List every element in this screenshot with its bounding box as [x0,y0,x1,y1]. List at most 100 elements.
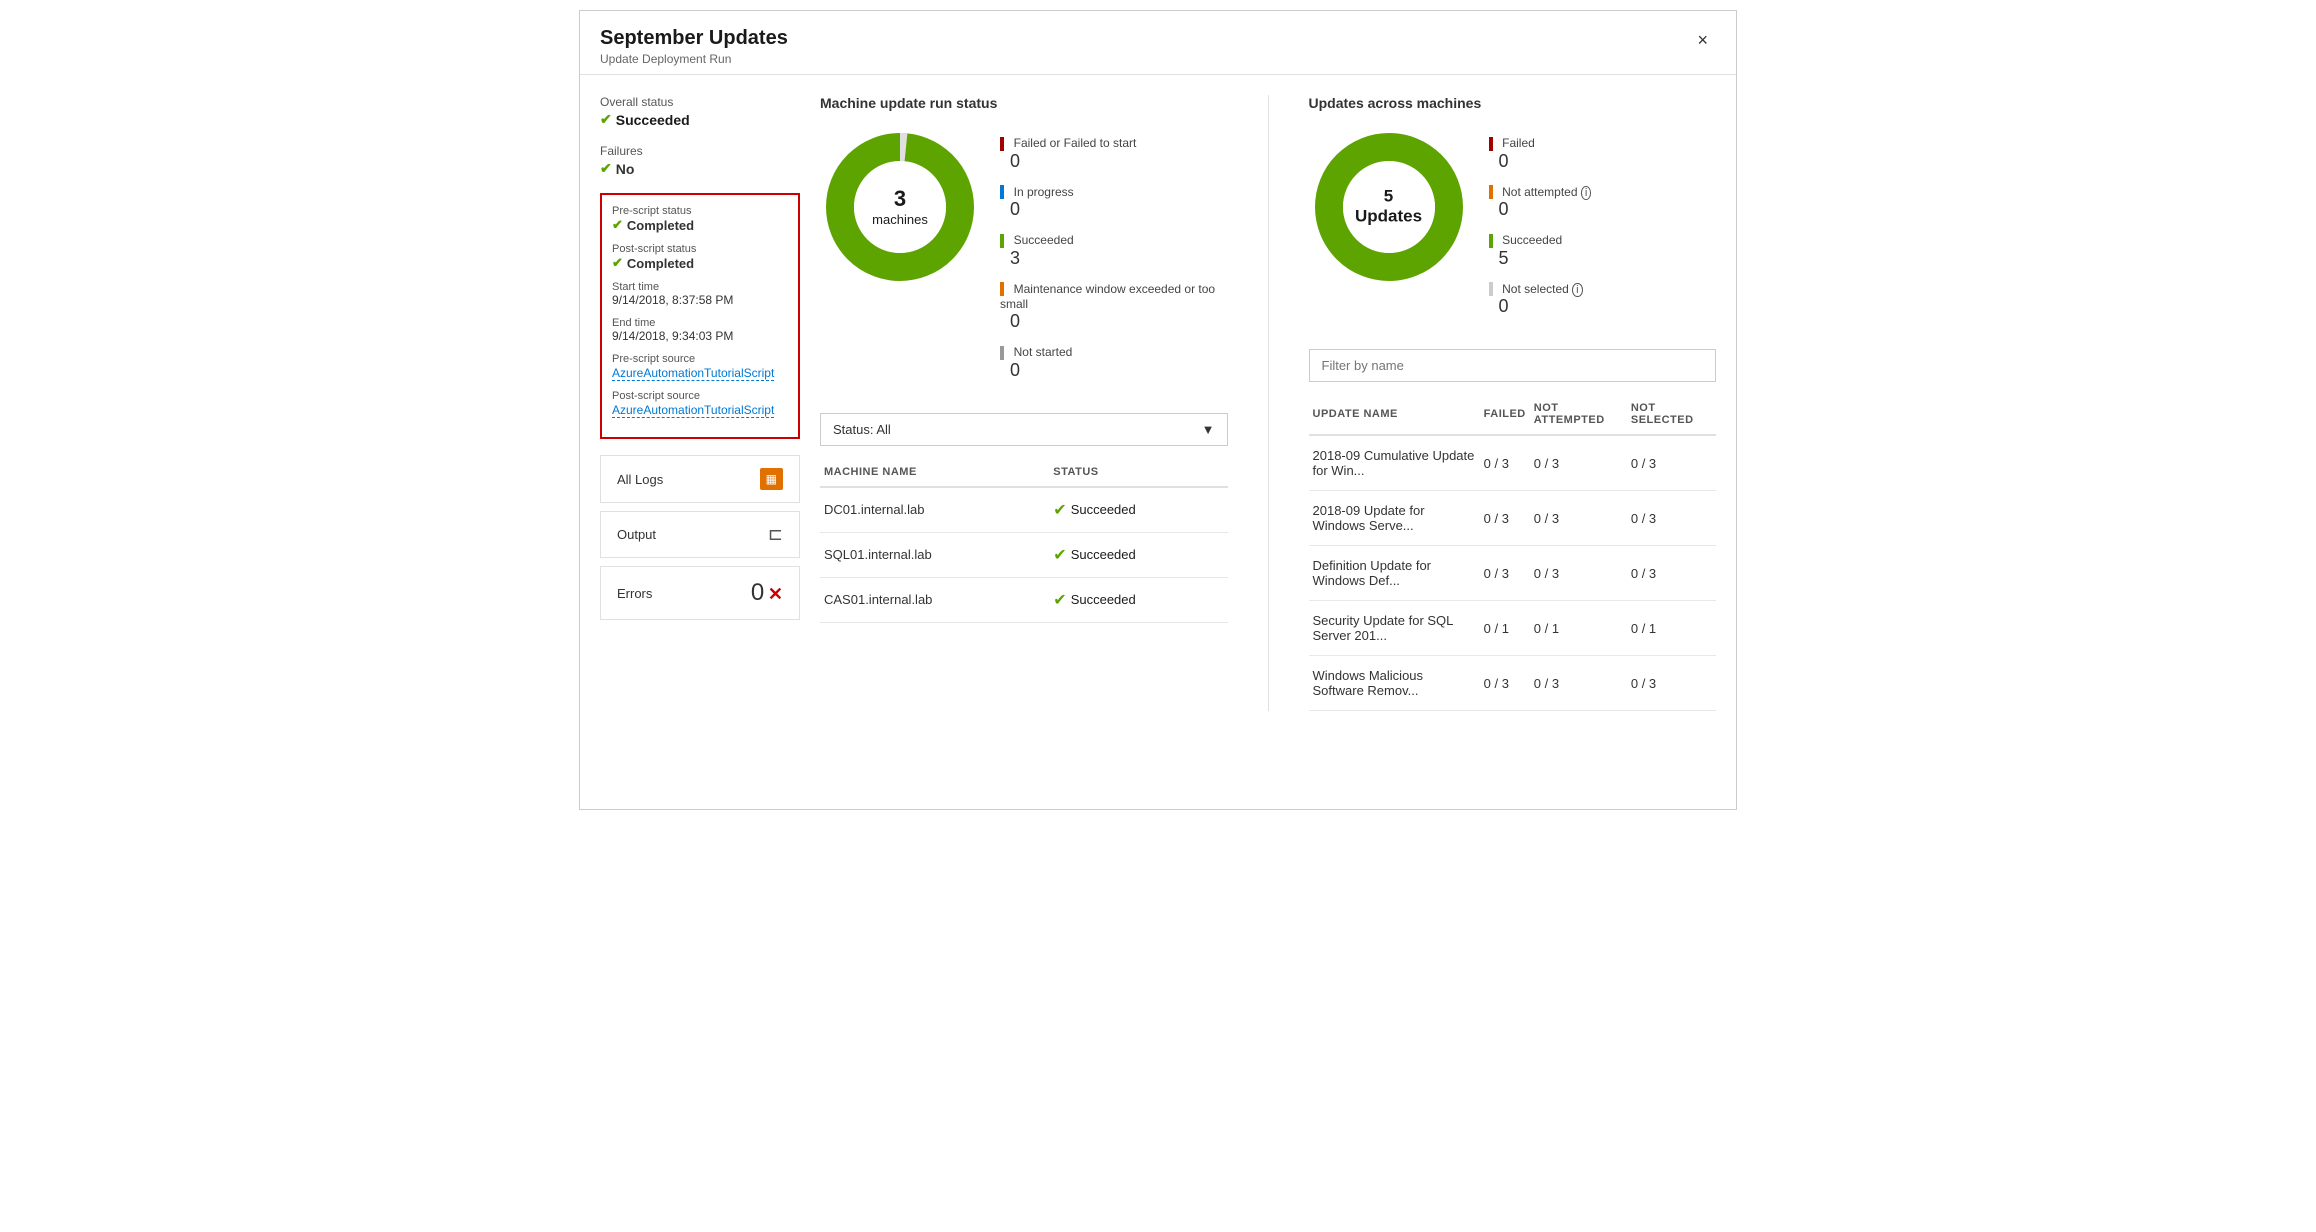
not-attempted-cell: 0 / 1 [1530,601,1627,656]
legend-value: 3 [1010,248,1228,269]
all-logs-label: All Logs [617,472,663,487]
start-time-label: Start time [612,281,788,293]
legend-value: 0 [1499,199,1717,220]
not-attempted-cell: 0 / 3 [1530,491,1627,546]
modal-body: Overall status ✔ Succeeded Failures ✔ No… [580,75,1736,731]
pre-script-source-link[interactable]: AzureAutomationTutorialScript [612,366,774,381]
modal-title: September Updates [600,27,788,50]
updates-legend-item: Succeeded 5 [1489,232,1717,269]
not-attempted-cell: 0 / 3 [1530,435,1627,491]
machine-legend-item: Not started 0 [1000,344,1228,381]
machine-legend-item: Succeeded 3 [1000,232,1228,269]
failures-section: Failures ✔ No [600,144,800,177]
check-icon: ✔ [1053,590,1066,610]
failed-cell: 0 / 3 [1480,491,1530,546]
legend-color [1489,282,1493,296]
col-status: STATUS [1049,458,1227,487]
left-panel: Overall status ✔ Succeeded Failures ✔ No… [600,95,800,711]
legend-color [1000,137,1004,151]
legend-color [1489,234,1493,248]
table-row: CAS01.internal.lab ✔ Succeeded [820,577,1228,622]
col-machine-name: MACHINE NAME [820,458,1049,487]
check-icon-failures: ✔ [600,160,612,177]
status-cell: ✔ Succeeded [1049,532,1227,577]
not-selected-cell: 0 / 1 [1627,601,1716,656]
all-logs-section: All Logs ▦ [600,455,800,503]
post-script-source-row: Post-script source AzureAutomationTutori… [612,390,788,417]
not-attempted-cell: 0 / 3 [1530,546,1627,601]
not-selected-cell: 0 / 3 [1627,656,1716,711]
legend-value: 0 [1499,151,1717,172]
machine-legend-item: Failed or Failed to start 0 [1000,135,1228,172]
legend-color [1000,282,1004,296]
status-succeeded: ✔ Succeeded [1053,545,1223,565]
status-dropdown[interactable]: Status: All ▼ [820,413,1228,446]
machine-table-body: DC01.internal.lab ✔ Succeeded SQL01.inte… [820,487,1228,623]
updates-panel: Updates across machines 5 Updates [1309,95,1717,711]
status-succeeded: ✔ Succeeded [1053,590,1223,610]
not-selected-cell: 0 / 3 [1627,435,1716,491]
check-icon-post: ✔ [612,255,623,271]
not-attempted-cell: 0 / 3 [1530,656,1627,711]
status-dropdown-row: Status: All ▼ [820,413,1228,446]
legend-value: 0 [1010,311,1228,332]
overall-status-value: ✔ Succeeded [600,111,800,128]
table-row: SQL01.internal.lab ✔ Succeeded [820,532,1228,577]
table-row: DC01.internal.lab ✔ Succeeded [820,487,1228,533]
header-text: September Updates Update Deployment Run [600,27,788,66]
table-row: Security Update for SQL Server 201... 0 … [1309,601,1717,656]
check-icon: ✔ [1053,545,1066,565]
errors-label: Errors [617,586,652,601]
close-button[interactable]: × [1689,27,1716,53]
filter-input[interactable] [1309,349,1717,382]
legend-value: 0 [1010,151,1228,172]
updates-chart-top: 5 Updates Failed 0 Not attempted i 0 Suc… [1309,127,1717,329]
table-row: 2018-09 Update for Windows Serve... 0 / … [1309,491,1717,546]
errors-count-area: 0 ✕ [751,579,783,607]
updates-legend: Failed 0 Not attempted i 0 Succeeded 5 N… [1489,127,1717,329]
legend-color [1000,346,1004,360]
post-script-status-value: ✔ Completed [612,255,788,271]
legend-value: 0 [1499,296,1717,317]
col-not-selected: NOT SELECTED [1627,394,1716,435]
not-selected-cell: 0 / 3 [1627,546,1716,601]
post-script-status-label: Post-script status [612,243,788,255]
machine-table: MACHINE NAME STATUS DC01.internal.lab ✔ … [820,458,1228,623]
col-update-name: UPDATE NAME [1309,394,1480,435]
legend-value: 0 [1010,360,1228,381]
overall-status-label: Overall status [600,95,800,109]
machine-status-panel: Machine update run status 3 machines [820,95,1228,711]
overall-status-section: Overall status ✔ Succeeded [600,95,800,128]
update-name-cell: 2018-09 Update for Windows Serve... [1309,491,1480,546]
machine-table-header: MACHINE NAME STATUS [820,458,1228,487]
table-row: Windows Malicious Software Remov... 0 / … [1309,656,1717,711]
table-row: Definition Update for Windows Def... 0 /… [1309,546,1717,601]
output-section: Output ⊏ [600,511,800,558]
status-cell: ✔ Succeeded [1049,487,1227,533]
start-time-value: 9/14/2018, 8:37:58 PM [612,293,788,307]
failures-value: ✔ No [600,160,800,177]
legend-value: 5 [1499,248,1717,269]
modal-header: September Updates Update Deployment Run … [580,11,1736,75]
col-not-attempted: NOT ATTEMPTED [1530,394,1627,435]
info-icon: i [1572,283,1582,297]
start-time-row: Start time 9/14/2018, 8:37:58 PM [612,281,788,307]
errors-x-icon: ✕ [768,584,783,604]
pre-script-status-label: Pre-script status [612,205,788,217]
updates-legend-item: Failed 0 [1489,135,1717,172]
end-time-value: 9/14/2018, 9:34:03 PM [612,329,788,343]
machine-chart-top: 3 machines Failed or Failed to start 0 I… [820,127,1228,393]
updates-donut: 5 Updates [1309,127,1469,287]
updates-legend-item: Not selected i 0 [1489,281,1717,318]
failed-cell: 0 / 1 [1480,601,1530,656]
pre-script-source-row: Pre-script source AzureAutomationTutoria… [612,353,788,380]
legend-label: Not selected i [1502,282,1583,296]
machine-donut: 3 machines [820,127,980,287]
chevron-down-icon: ▼ [1202,422,1215,437]
post-script-source-link[interactable]: AzureAutomationTutorialScript [612,403,774,418]
end-time-label: End time [612,317,788,329]
failed-cell: 0 / 3 [1480,546,1530,601]
updates-table-body: 2018-09 Cumulative Update for Win... 0 /… [1309,435,1717,711]
update-name-cell: Security Update for SQL Server 201... [1309,601,1480,656]
machine-status-title: Machine update run status [820,95,1228,111]
